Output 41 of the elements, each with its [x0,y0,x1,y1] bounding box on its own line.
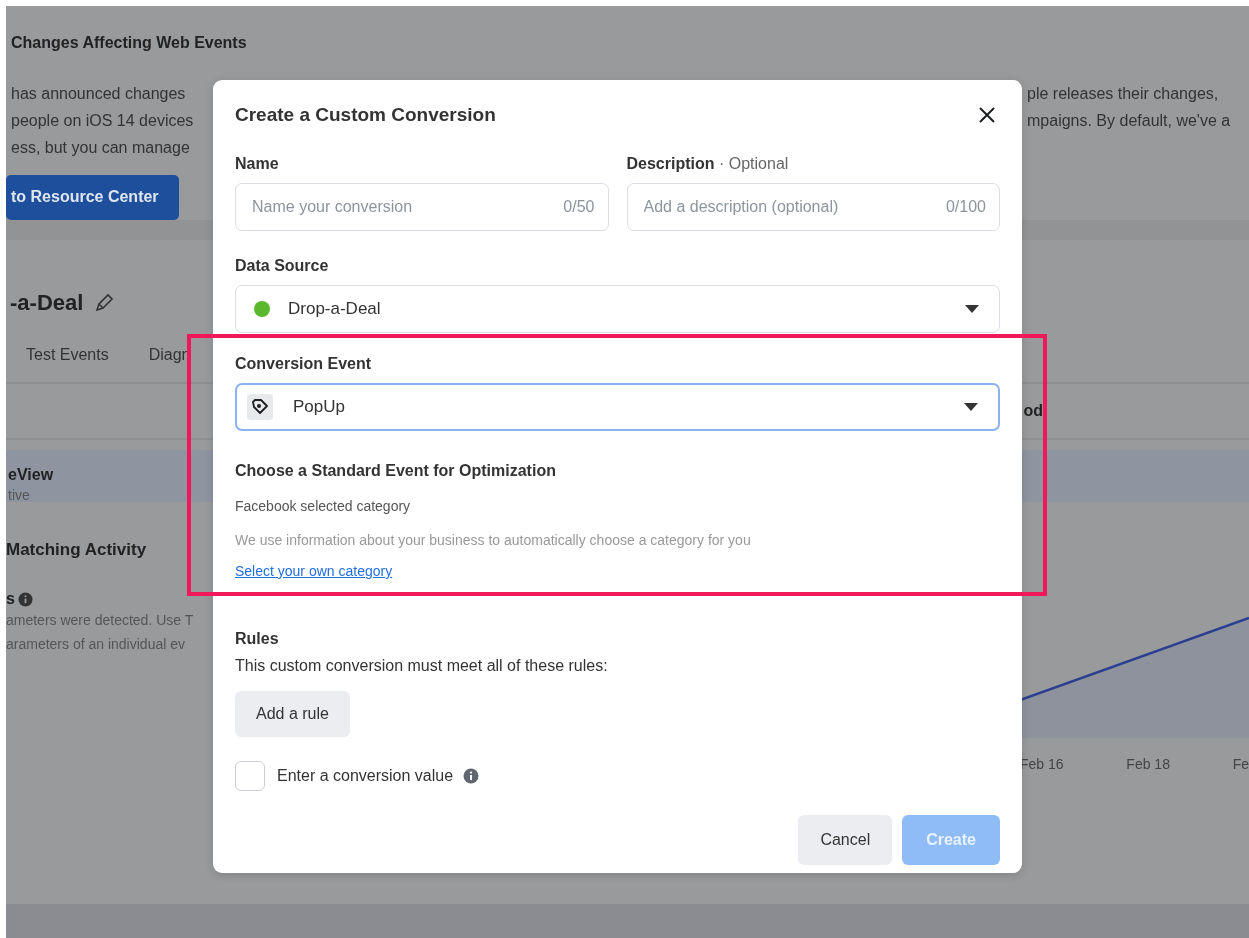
caret-icon [964,403,978,411]
checkbox-label: Enter a conversion value [277,767,454,785]
info-icon[interactable] [17,591,33,607]
character-counter: 0/100 [945,198,986,216]
tab[interactable]: Test Events [26,346,109,364]
field-label: Data Source [235,257,330,275]
field-label: Description · Optional [626,155,790,173]
info-icon[interactable] [463,768,480,784]
field-label: Name [235,155,280,173]
tag-icon [247,394,273,420]
dialog-button[interactable]: Cancel [798,815,893,865]
banner-text: mpaigns. By default, we've a [1027,111,1232,131]
resource-center-button[interactable]: to Resource Center [6,175,179,220]
axis-label: Fe [1232,756,1249,772]
banner-text: ple releases their changes, [1027,84,1220,104]
dialog-title: Create a Custom Conversion [235,104,496,126]
hint-text: We use information about your business to automatically choose a category for you [235,532,752,548]
banner-text: people on iOS 14 devices [11,111,195,131]
description-text: ameters were detected. Use T [6,611,195,630]
category-text: Facebook selected category [235,498,412,514]
column-header: od [1023,402,1043,420]
field-label: Conversion Event [235,355,373,373]
description-text: arameters of an individual ev [6,635,186,654]
banner-text: ess, but you can manage [11,138,191,158]
section-title: Matching Activity [6,540,148,560]
conversion-event-dropdown[interactable]: PopUp [235,383,1000,431]
axis-label: Feb 18 [1126,756,1170,772]
section-title: Choose a Standard Event for Optimization [235,462,557,480]
section-title: Rules [235,630,280,648]
pencil-icon[interactable] [93,292,116,314]
select-category-link[interactable]: Select your own category [235,563,393,579]
add-rule-button[interactable]: Add a rule [235,691,350,737]
rules-text: This custom conversion must meet all of these rules: [235,657,609,675]
data-source-dropdown[interactable]: Drop-a-Deal [235,285,1000,333]
character-counter: 0/50 [563,198,595,216]
banner-text: has announced changes [11,84,187,104]
source-title: -a-Deal [10,290,84,316]
checkbox[interactable] [235,761,265,791]
section-title: s [6,590,15,608]
caret-icon [965,305,979,313]
banner-title: Changes Affecting Web Events [11,34,248,52]
